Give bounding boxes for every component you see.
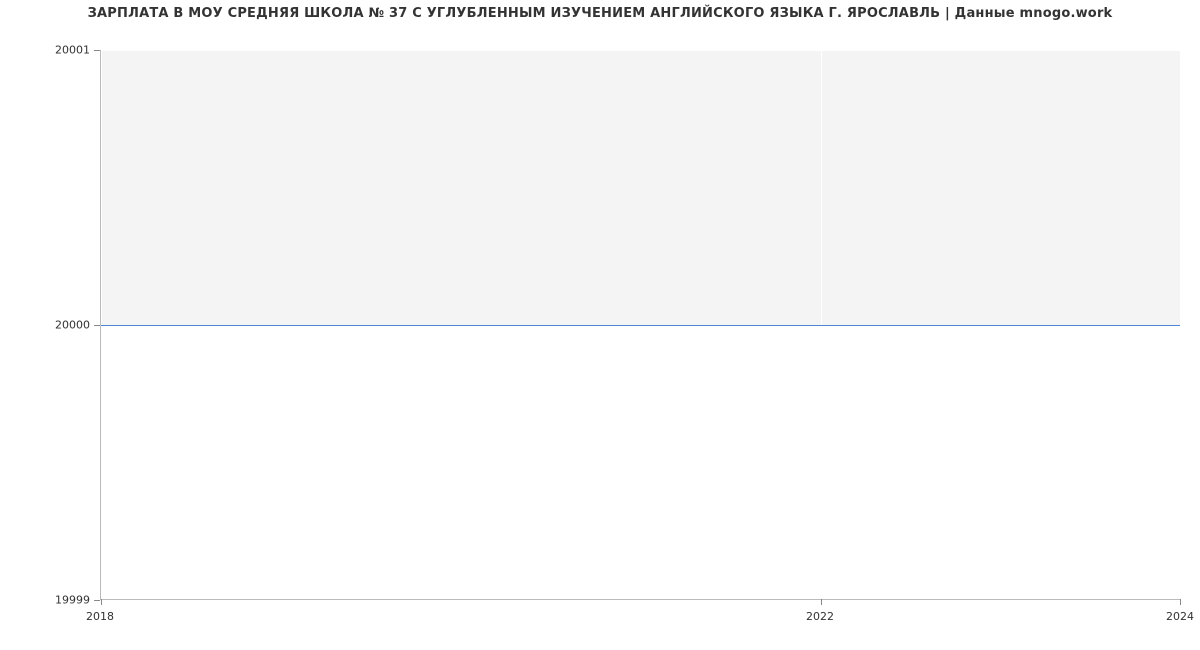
grid-y [101, 50, 1180, 51]
x-tick [1180, 599, 1181, 605]
chart-title: ЗАРПЛАТА В МОУ СРЕДНЯЯ ШКОЛА № 37 С УГЛУ… [0, 6, 1200, 21]
x-tick-label: 2024 [1166, 610, 1194, 623]
x-tick [101, 599, 102, 605]
y-tick-label: 20000 [0, 319, 90, 332]
x-tick [821, 599, 822, 605]
plot-lower-bg [101, 325, 1180, 599]
y-tick-label: 19999 [0, 594, 90, 607]
y-tick [94, 600, 100, 601]
y-tick-label: 20001 [0, 44, 90, 57]
plot-area [100, 50, 1180, 600]
grid-x [1180, 50, 1181, 599]
chart-container: ЗАРПЛАТА В МОУ СРЕДНЯЯ ШКОЛА № 37 С УГЛУ… [0, 0, 1200, 650]
x-tick-label: 2022 [806, 610, 834, 623]
x-tick-label: 2018 [86, 610, 114, 623]
series-line [101, 325, 1180, 326]
